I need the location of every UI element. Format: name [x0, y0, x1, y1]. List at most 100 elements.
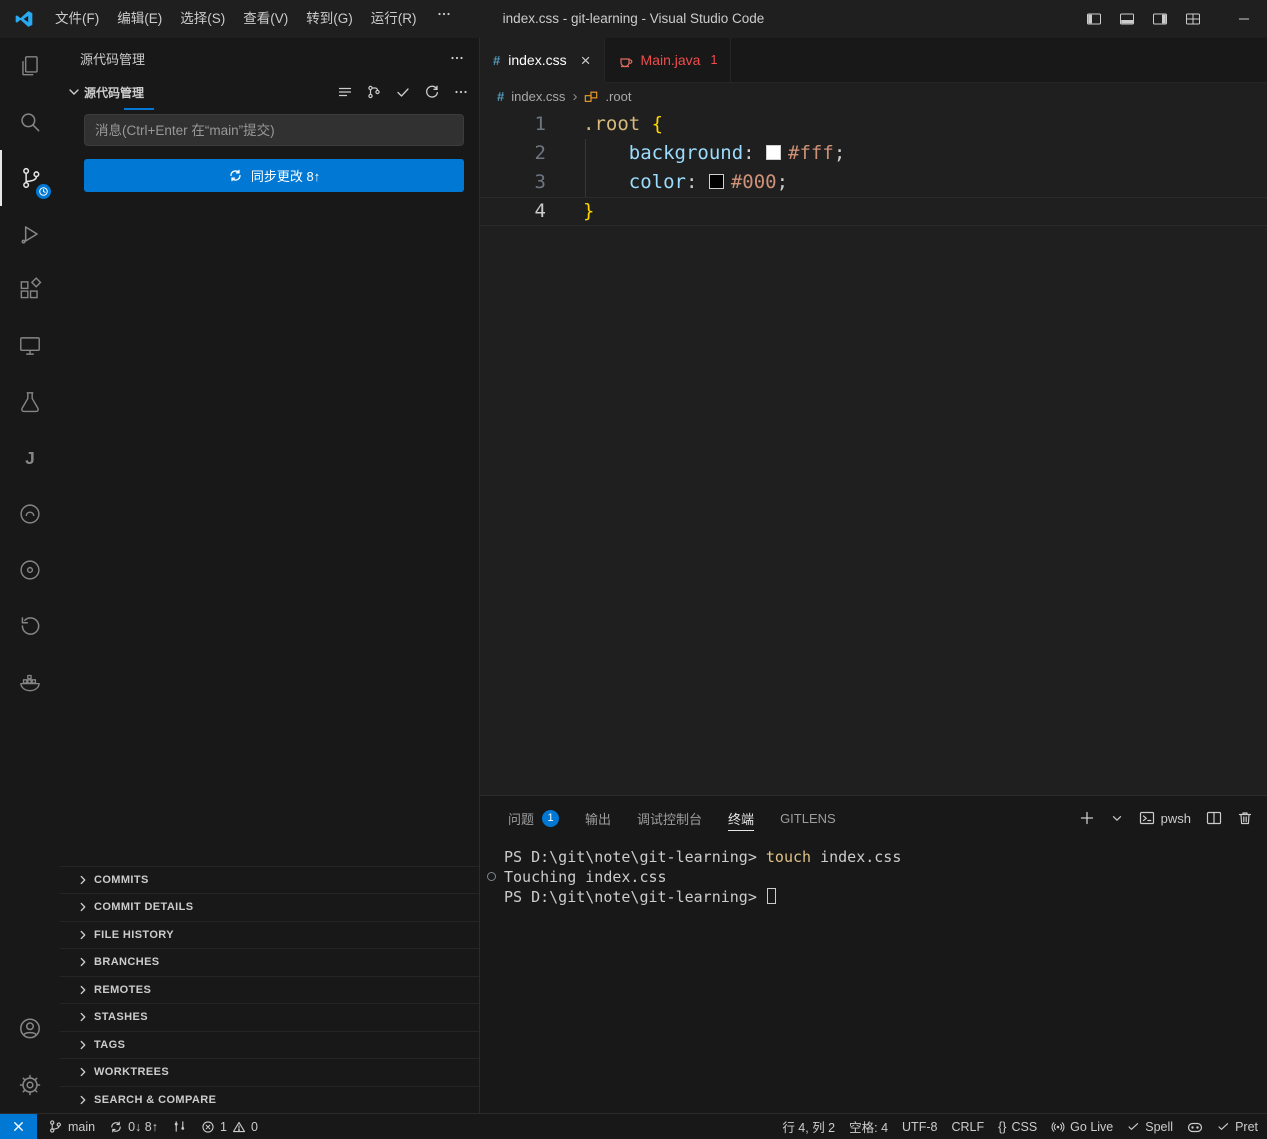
refresh-icon[interactable] — [424, 84, 440, 100]
commit-graph-icon[interactable] — [366, 84, 382, 100]
remote-explorer-icon[interactable] — [0, 318, 60, 374]
panel-tab-label: 问题 — [508, 809, 534, 828]
go-live-button[interactable]: Go Live — [1044, 1114, 1120, 1139]
terminal-text: PS D:\git\note\git-learning> — [504, 848, 766, 866]
sync-changes-button[interactable]: 同步更改 8↑ — [84, 159, 464, 192]
panel-tab-2[interactable]: 调试控制台 — [637, 796, 702, 840]
split-terminal-icon[interactable] — [1206, 810, 1222, 826]
commit-message-input[interactable] — [84, 114, 464, 146]
explorer-icon[interactable] — [0, 38, 60, 94]
code-line[interactable]: 1.root { — [480, 110, 1267, 139]
kill-terminal-icon[interactable] — [1237, 810, 1253, 826]
panel-tab-4[interactable]: GITLENS — [780, 796, 836, 840]
sidebar-panel-header[interactable]: TAGS — [60, 1031, 479, 1059]
breadcrumb-file[interactable]: index.css — [511, 89, 565, 104]
close-tab-icon[interactable]: × — [581, 52, 591, 69]
sidebar-panel-header[interactable]: REMOTES — [60, 976, 479, 1004]
sidebar-panel-header[interactable]: COMMITS — [60, 866, 479, 894]
broadcast-icon — [1051, 1120, 1065, 1134]
code-line[interactable]: 3 color: #000; — [480, 168, 1267, 197]
code-line[interactable]: 2 background: #fff; — [480, 139, 1267, 168]
scm-actions — [337, 84, 469, 100]
sidebar-panel-header[interactable]: SEARCH & COMPARE — [60, 1086, 479, 1114]
new-terminal-icon[interactable] — [1079, 810, 1095, 826]
panel-tabs: 问题1 输出调试控制台 终端 GITLENS — [508, 796, 836, 840]
sidebar-panel-header[interactable]: COMMIT DETAILS — [60, 893, 479, 921]
terminal-instance[interactable]: pwsh — [1139, 810, 1191, 826]
java-icon[interactable]: J — [0, 430, 60, 486]
menu-item[interactable]: 选择(S) — [171, 6, 234, 32]
panel-tab-3[interactable]: 终端 — [728, 796, 754, 840]
search-icon[interactable] — [0, 94, 60, 150]
history-icon[interactable] — [0, 598, 60, 654]
tab-main-java[interactable]: Main.java 1 — [605, 38, 732, 82]
branch-name: main — [68, 1120, 95, 1134]
terminal-dropdown-icon[interactable] — [1110, 811, 1124, 825]
terminal-text: Touching index.css — [504, 868, 667, 886]
menu-more-button[interactable] — [426, 6, 462, 32]
gradle-icon[interactable] — [0, 486, 60, 542]
menu-item[interactable]: 查看(V) — [234, 6, 297, 32]
copilot-icon[interactable] — [1180, 1114, 1210, 1139]
source-control-icon[interactable] — [0, 150, 60, 206]
tab-index-css[interactable]: # index.css × — [480, 38, 605, 83]
sidebar-panel-header[interactable]: FILE HISTORY — [60, 921, 479, 949]
warning-count: 0 — [251, 1120, 258, 1134]
testing-icon[interactable] — [0, 374, 60, 430]
sidebar-panel-header[interactable]: STASHES — [60, 1003, 479, 1031]
spell-checker-status[interactable]: Spell — [1120, 1114, 1180, 1139]
menu-item[interactable]: 转到(G) — [297, 6, 362, 32]
panel-tab-1[interactable]: 输出 — [585, 796, 611, 840]
settings-gear-icon[interactable] — [0, 1057, 60, 1113]
code-token: { — [652, 113, 663, 135]
scm-progress-bar — [124, 108, 154, 110]
commit-graph-button[interactable] — [165, 1114, 194, 1139]
branch-indicator[interactable]: main — [41, 1114, 102, 1139]
customize-layout-icon[interactable] — [1176, 0, 1209, 38]
problems-status[interactable]: 1 0 — [194, 1114, 265, 1139]
breadcrumb-symbol[interactable]: .root — [605, 89, 631, 104]
eol-selector[interactable]: CRLF — [944, 1114, 991, 1139]
code-line[interactable]: 4} — [480, 197, 1267, 226]
activity-bar: J — [0, 38, 60, 1113]
menu-item[interactable]: 运行(R) — [362, 6, 426, 32]
sync-status[interactable]: 0↓ 8↑ — [102, 1114, 165, 1139]
cursor-position[interactable]: 行 4, 列 2 — [775, 1114, 842, 1139]
view-as-list-icon[interactable] — [337, 84, 353, 100]
toggle-primary-sidebar-icon[interactable] — [1077, 0, 1110, 38]
gitlens-icon[interactable] — [0, 542, 60, 598]
remote-indicator[interactable] — [0, 1114, 37, 1139]
code-editor[interactable]: 1.root {2 background: #fff;3 color: #000… — [480, 110, 1267, 795]
sidebar-panel-header[interactable]: BRANCHES — [60, 948, 479, 976]
warning-icon — [232, 1120, 246, 1134]
scm-section-header[interactable]: 源代码管理 — [60, 78, 479, 106]
language-mode[interactable]: {} CSS — [991, 1114, 1044, 1139]
sidebar-panel-header[interactable]: WORKTREES — [60, 1058, 479, 1086]
toggle-secondary-sidebar-icon[interactable] — [1143, 0, 1176, 38]
account-icon[interactable] — [0, 1001, 60, 1057]
minimize-button[interactable] — [1221, 0, 1267, 38]
toggle-panel-icon[interactable] — [1110, 0, 1143, 38]
more-actions-icon[interactable] — [453, 84, 469, 100]
prettier-status[interactable]: Pret — [1210, 1114, 1265, 1139]
sidebar-panels: COMMITSCOMMIT DETAILSFILE HISTORYBRANCHE… — [60, 866, 479, 1114]
color-swatch[interactable] — [766, 145, 781, 160]
commit-check-icon[interactable] — [395, 84, 411, 100]
title-bar: 文件(F)编辑(E)选择(S)查看(V)转到(G)运行(R) index.css… — [0, 0, 1267, 38]
code-token: #000 — [731, 171, 777, 193]
menu-item[interactable]: 文件(F) — [46, 6, 108, 32]
terminal[interactable]: PS D:\git\note\git-learning> touch index… — [480, 840, 1267, 1113]
menu-item[interactable]: 编辑(E) — [108, 6, 171, 32]
extensions-icon[interactable] — [0, 262, 60, 318]
command-decoration-icon[interactable] — [487, 872, 496, 881]
indentation[interactable]: 空格: 4 — [842, 1114, 895, 1139]
run-debug-icon[interactable] — [0, 206, 60, 262]
sidebar-more-icon[interactable] — [449, 50, 465, 66]
terminal-text: touch — [766, 848, 811, 866]
color-swatch[interactable] — [709, 174, 724, 189]
panel-tab-label: 终端 — [728, 809, 754, 828]
sync-icon — [109, 1120, 123, 1134]
encoding[interactable]: UTF-8 — [895, 1114, 944, 1139]
panel-tab-0[interactable]: 问题1 — [508, 796, 559, 840]
docker-icon[interactable] — [0, 654, 60, 710]
